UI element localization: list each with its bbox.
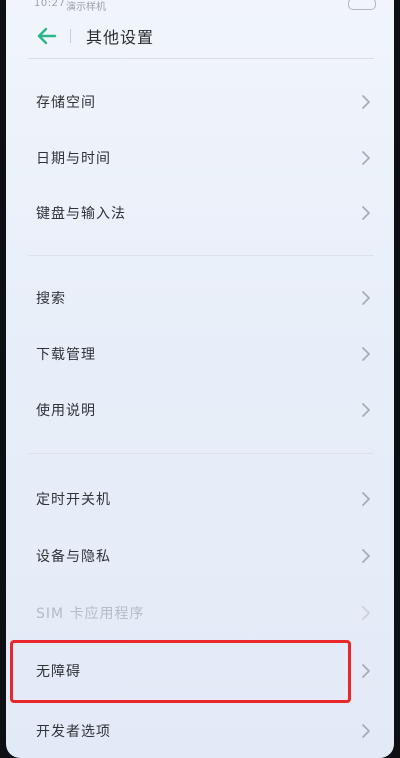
chevron-right-icon <box>360 346 372 362</box>
title-divider <box>28 58 374 59</box>
status-carrier: 演示样机 <box>66 2 106 13</box>
highlight-box-accessibility <box>10 640 351 703</box>
arrow-left-icon <box>37 27 57 45</box>
settings-item-downloads[interactable]: 下载管理 <box>6 331 394 377</box>
settings-item-label: 开发者选项 <box>36 724 111 740</box>
settings-item-sim-apps: SIM 卡应用程序 <box>6 590 394 636</box>
header-divider <box>70 29 71 43</box>
chevron-right-icon <box>360 491 372 507</box>
chevron-right-icon <box>360 663 372 679</box>
chevron-right-icon <box>360 605 372 621</box>
group-divider <box>28 453 374 454</box>
page-title: 其他设置 <box>86 28 155 47</box>
chevron-right-icon <box>360 402 372 418</box>
settings-item-device-privacy[interactable]: 设备与隐私 <box>6 533 394 579</box>
settings-item-label: 键盘与输入法 <box>36 206 126 222</box>
back-button[interactable] <box>34 24 60 48</box>
settings-screen: 10:27 演示样机 其他设置 存储空间 日期与时间 键盘与输入法 搜索 下载管… <box>6 0 394 758</box>
settings-item-date-time[interactable]: 日期与时间 <box>6 135 394 181</box>
settings-item-search[interactable]: 搜索 <box>6 275 394 321</box>
chevron-right-icon <box>360 94 372 110</box>
settings-item-storage[interactable]: 存储空间 <box>6 79 394 125</box>
settings-item-label: 搜索 <box>36 291 66 307</box>
group-divider <box>28 255 374 256</box>
battery-icon <box>348 0 376 10</box>
status-bar: 10:27 演示样机 <box>6 0 394 14</box>
chevron-right-icon <box>360 548 372 564</box>
settings-item-scheduled-power[interactable]: 定时开关机 <box>6 476 394 522</box>
settings-item-label: 日期与时间 <box>36 151 111 167</box>
chevron-right-icon <box>360 150 372 166</box>
settings-item-label: 使用说明 <box>36 403 96 419</box>
settings-item-label: 设备与隐私 <box>36 549 111 565</box>
settings-item-developer-options[interactable]: 开发者选项 <box>6 708 394 754</box>
settings-item-keyboard-input[interactable]: 键盘与输入法 <box>6 190 394 236</box>
settings-item-label: 定时开关机 <box>36 492 111 508</box>
settings-item-label: SIM 卡应用程序 <box>36 606 145 622</box>
settings-item-label: 存储空间 <box>36 95 96 111</box>
chevron-right-icon <box>360 290 372 306</box>
chevron-right-icon <box>360 205 372 221</box>
settings-item-manual[interactable]: 使用说明 <box>6 387 394 433</box>
chevron-right-icon <box>360 723 372 739</box>
settings-item-label: 下载管理 <box>36 347 96 363</box>
status-time: 10:27 <box>34 0 66 9</box>
header: 其他设置 <box>6 14 394 58</box>
